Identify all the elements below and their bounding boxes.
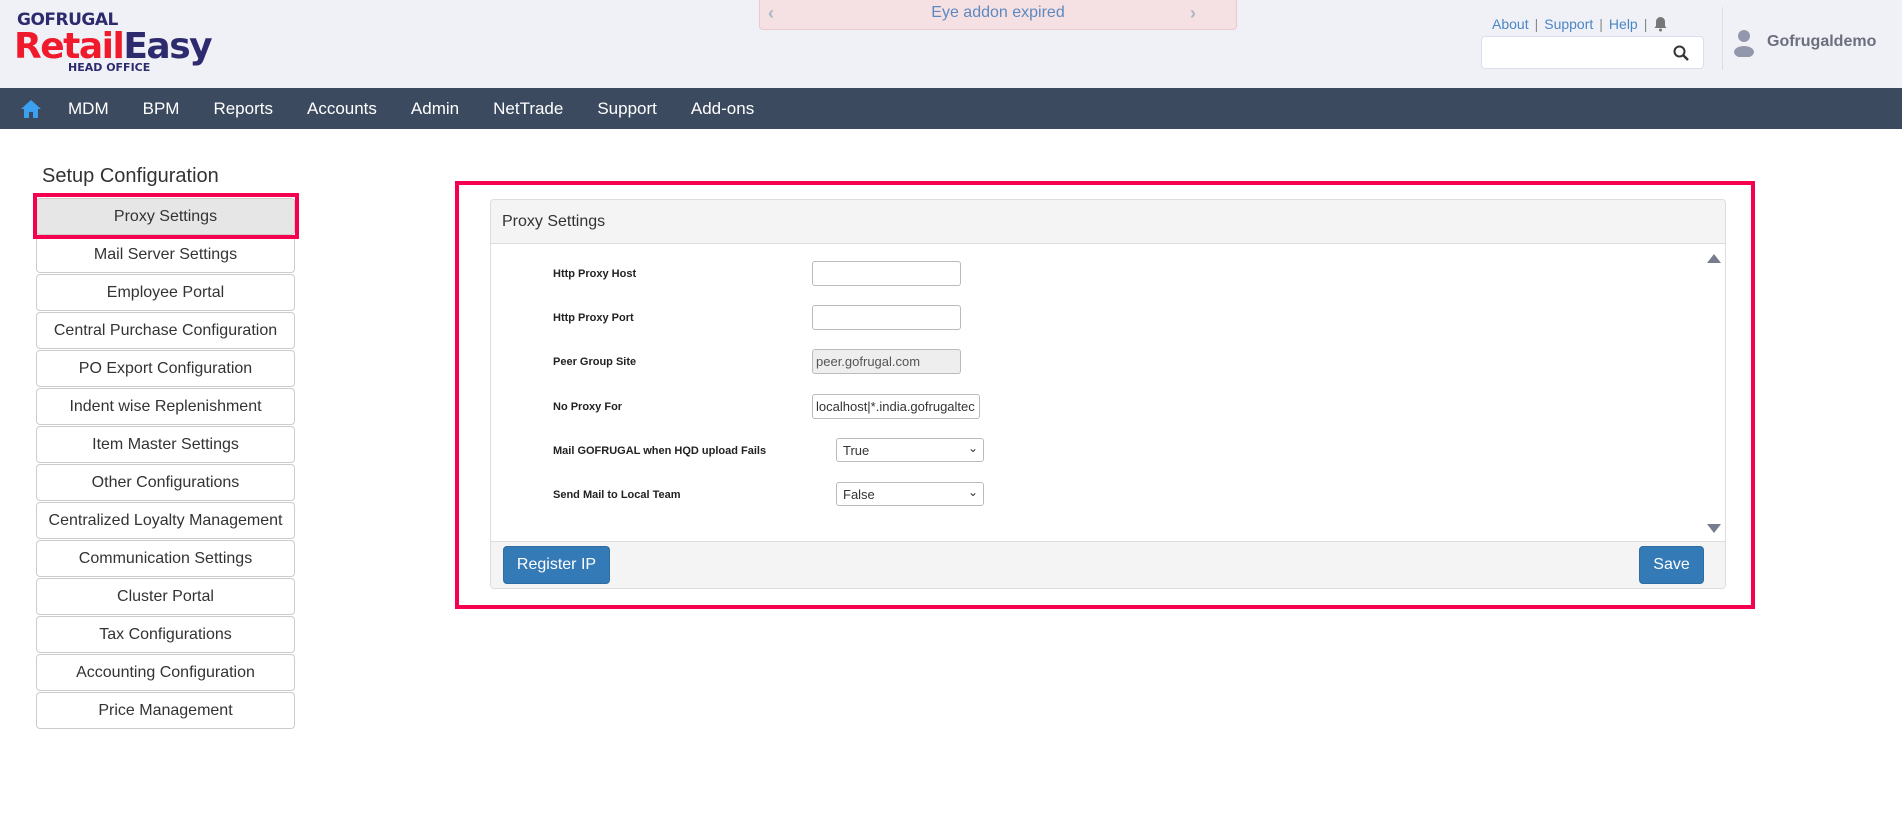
- chevron-left-icon[interactable]: ‹: [768, 0, 774, 26]
- sidebar-item-po-export-configuration[interactable]: PO Export Configuration: [36, 350, 295, 387]
- about-link[interactable]: About: [1492, 16, 1529, 32]
- sidebar-item-central-purchase-configuration[interactable]: Central Purchase Configuration: [36, 312, 295, 349]
- support-link[interactable]: Support: [1544, 16, 1593, 32]
- user-avatar-icon[interactable]: [1733, 29, 1755, 57]
- bell-icon[interactable]: [1653, 16, 1668, 32]
- send-mail-local-select[interactable]: False ⌄: [836, 482, 984, 506]
- panel-title: Proxy Settings: [491, 200, 1725, 244]
- nav-support[interactable]: Support: [597, 99, 657, 119]
- sidebar-item-employee-portal[interactable]: Employee Portal: [36, 274, 295, 311]
- sidebar-item-cluster-portal[interactable]: Cluster Portal: [36, 578, 295, 615]
- sidebar-item-tax-configurations[interactable]: Tax Configurations: [36, 616, 295, 653]
- mail-gofrugal-select[interactable]: True ⌄: [836, 438, 984, 462]
- highlight-box: [33, 193, 299, 239]
- sidebar-item-item-master-settings[interactable]: Item Master Settings: [36, 426, 295, 463]
- search-input[interactable]: [1481, 36, 1704, 69]
- nav-accounts[interactable]: Accounts: [307, 99, 377, 119]
- chevron-down-icon: ⌄: [967, 441, 978, 455]
- main-nav: MDM BPM Reports Accounts Admin NetTrade …: [0, 88, 1902, 129]
- nav-nettrade[interactable]: NetTrade: [493, 99, 563, 119]
- mail-gofrugal-value: True: [843, 443, 870, 458]
- chevron-right-icon[interactable]: ›: [1190, 0, 1196, 26]
- help-link[interactable]: Help: [1609, 16, 1638, 32]
- http-proxy-port-input[interactable]: [812, 305, 961, 330]
- peer-group-site-label: Peer Group Site: [553, 356, 637, 368]
- user-name[interactable]: Gofrugaldemo: [1767, 33, 1876, 51]
- nav-reports[interactable]: Reports: [213, 99, 273, 119]
- search-icon[interactable]: [1673, 45, 1689, 61]
- save-button[interactable]: Save: [1639, 546, 1704, 584]
- nav-admin[interactable]: Admin: [411, 99, 459, 119]
- sidebar-title: Setup Configuration: [42, 165, 219, 187]
- notification-banner: ‹ Eye addon expired ›: [759, 0, 1237, 30]
- header-divider: [1722, 7, 1723, 70]
- sidebar-item-centralized-loyalty-management[interactable]: Centralized Loyalty Management: [36, 502, 295, 539]
- sidebar-item-accounting-configuration[interactable]: Accounting Configuration: [36, 654, 295, 691]
- sidebar-item-other-configurations[interactable]: Other Configurations: [36, 464, 295, 501]
- nav-bpm[interactable]: BPM: [143, 99, 180, 119]
- nav-mdm[interactable]: MDM: [68, 99, 109, 119]
- home-icon[interactable]: [20, 99, 42, 119]
- sidebar-item-mail-server-settings[interactable]: Mail Server Settings: [36, 236, 295, 273]
- scroll-down-icon[interactable]: [1707, 524, 1721, 533]
- banner-text: Eye addon expired: [931, 4, 1065, 21]
- http-proxy-host-label: Http Proxy Host: [553, 268, 637, 280]
- send-mail-local-value: False: [843, 487, 875, 502]
- no-proxy-for-label: No Proxy For: [553, 401, 623, 413]
- register-ip-button[interactable]: Register IP: [503, 546, 610, 584]
- logo-subtitle: HEAD OFFICE: [68, 61, 151, 74]
- top-links: About | Support | Help |: [1492, 16, 1668, 32]
- nav-addons[interactable]: Add-ons: [691, 99, 754, 119]
- proxy-settings-panel: Proxy Settings Http Proxy Host Http Prox…: [490, 199, 1726, 589]
- chevron-down-icon: ⌄: [967, 485, 978, 499]
- no-proxy-for-input[interactable]: localhost|*.india.gofrugaltec: [812, 394, 980, 419]
- sidebar-item-price-management[interactable]: Price Management: [36, 692, 295, 729]
- scroll-up-icon[interactable]: [1707, 254, 1721, 263]
- peer-group-site-input: peer.gofrugal.com: [812, 349, 961, 374]
- http-proxy-host-input[interactable]: [812, 261, 961, 286]
- sidebar-item-indent-wise-replenishment[interactable]: Indent wise Replenishment: [36, 388, 295, 425]
- mail-gofrugal-label: Mail GOFRUGAL when HQD upload Fails: [553, 445, 767, 457]
- sidebar-item-communication-settings[interactable]: Communication Settings: [36, 540, 295, 577]
- http-proxy-port-label: Http Proxy Port: [553, 312, 634, 324]
- send-mail-local-label: Send Mail to Local Team: [553, 489, 681, 501]
- panel-footer: Register IP Save: [491, 541, 1725, 588]
